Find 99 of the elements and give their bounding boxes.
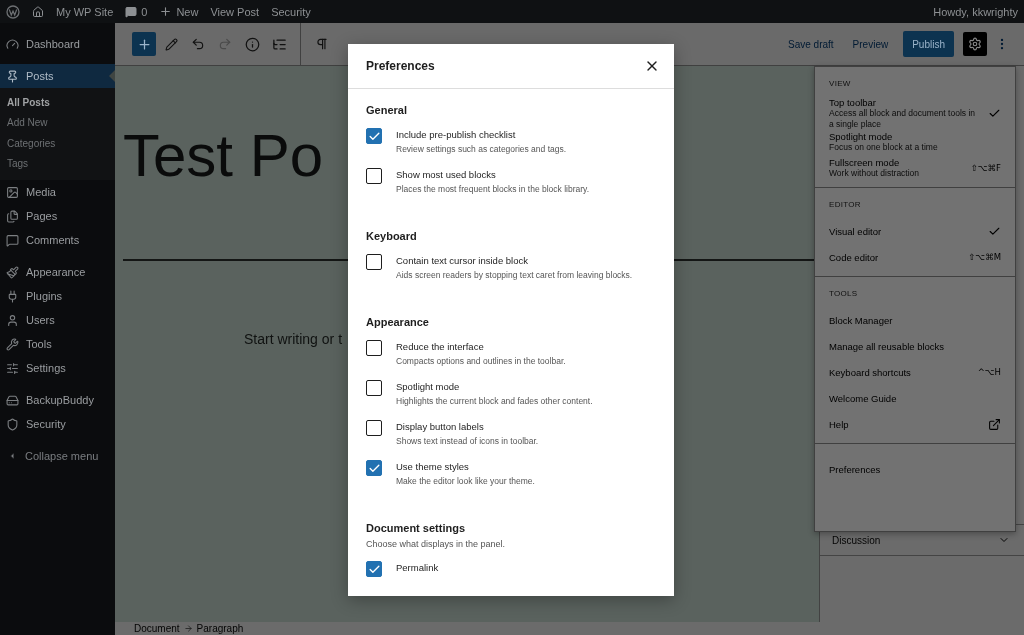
publish-button[interactable]: Publish — [903, 31, 954, 57]
pencil-icon — [164, 37, 178, 51]
submenu-item[interactable]: Categories — [0, 133, 115, 154]
menu-item[interactable]: Spotlight mode Focus on one block at a time — [829, 129, 1001, 156]
menu-item[interactable]: Code editor ⇧⌥⌘M — [829, 244, 1001, 271]
list-view-icon — [271, 36, 287, 52]
sidebar-item[interactable]: Security — [0, 412, 115, 436]
new-link[interactable]: New — [176, 5, 199, 18]
sidebar-item[interactable]: Dashboard — [0, 32, 115, 56]
menu-heading: TOOLS — [829, 289, 859, 299]
menu-item[interactable]: Keyboard shortcuts ^⌥H — [829, 359, 1001, 386]
info-icon — [244, 36, 260, 52]
menu-icon — [6, 233, 19, 247]
option-label[interactable]: Include pre-publish checklist — [396, 129, 567, 140]
option-label[interactable]: Permalink — [396, 562, 439, 573]
site-link[interactable]: My WP Site — [56, 5, 114, 18]
menu-item[interactable]: Visual editor — [829, 218, 1001, 245]
menu-icon — [6, 289, 19, 303]
checkbox[interactable] — [366, 420, 382, 436]
section-heading: Keyboard — [366, 230, 418, 242]
settings-icon — [968, 37, 982, 51]
menu-item[interactable]: Top toolbar Access all block and document tools in a single place — [829, 97, 1001, 130]
menu-icon — [6, 417, 19, 431]
menu-item[interactable]: Welcome Guide — [829, 385, 1001, 412]
admin-bar-link[interactable]: Security — [271, 5, 311, 18]
menu-item[interactable]: Block Manager — [829, 307, 1001, 334]
option-label[interactable]: Reduce the interface — [396, 341, 566, 352]
menu-item[interactable]: Fullscreen mode Work without distraction ⇧⌥⌘F — [829, 155, 1001, 182]
comments-count[interactable]: 0 — [141, 5, 148, 18]
option-description: Shows text instead of icons in toolbar. — [396, 436, 539, 446]
external-link-icon — [988, 417, 1001, 431]
breadcrumb-link[interactable]: Paragraph — [196, 623, 244, 634]
greeting-link[interactable]: Howdy, kkwrighty — [933, 5, 1018, 18]
breadcrumb-arrow-icon — [183, 624, 193, 633]
sidebar-item[interactable]: Users — [0, 308, 115, 332]
menu-icon — [6, 337, 19, 351]
comment-icon[interactable] — [125, 5, 138, 18]
submenu-item[interactable]: Add New — [0, 112, 115, 133]
admin-bar-link[interactable]: View Post — [210, 5, 260, 18]
section-heading: General — [366, 104, 408, 116]
sidebar-item[interactable]: Posts — [0, 64, 115, 88]
undo-icon — [191, 37, 205, 51]
section-description: Choose what displays in the panel. — [366, 539, 507, 549]
pilcrow-icon — [315, 37, 329, 51]
settings-button[interactable] — [963, 32, 987, 56]
section-heading: Appearance — [366, 316, 430, 328]
checkbox[interactable] — [366, 168, 382, 184]
sidebar-item[interactable]: Appearance — [0, 260, 115, 284]
sidebar-item[interactable]: Media — [0, 180, 115, 204]
sidebar-item[interactable]: Settings — [0, 356, 115, 380]
option-label[interactable]: Use theme styles — [396, 461, 535, 472]
add-block-button[interactable] — [132, 32, 156, 56]
checkbox[interactable] — [366, 128, 382, 144]
checkbox[interactable] — [366, 340, 382, 356]
menu-heading: EDITOR — [829, 200, 862, 210]
menu-item[interactable]: Manage all reusable blocks — [829, 333, 1001, 360]
collapse-menu-button[interactable]: Collapse menu — [0, 444, 115, 468]
checkbox[interactable] — [366, 561, 382, 577]
menu-icon — [6, 265, 19, 279]
menu-icon — [6, 393, 19, 407]
save-draft-button[interactable]: Save draft — [780, 31, 842, 57]
menu-icon — [6, 361, 19, 375]
sidebar-item[interactable]: Tools — [0, 332, 115, 356]
sidebar-item[interactable]: Pages — [0, 204, 115, 228]
option-label[interactable]: Contain text cursor inside block — [396, 255, 633, 266]
option-label[interactable]: Show most used blocks — [396, 169, 590, 180]
option-description: Highlights the current block and fades other content. — [396, 396, 593, 406]
preview-button[interactable]: Preview — [844, 31, 897, 57]
option-label[interactable]: Spotlight mode — [396, 381, 593, 392]
checkbox[interactable] — [366, 380, 382, 396]
menu-icon — [6, 37, 19, 51]
plus-icon — [136, 36, 152, 52]
redo-icon — [218, 37, 232, 51]
sidebar-item[interactable]: BackupBuddy — [0, 388, 115, 412]
wordpress-logo-icon[interactable] — [6, 4, 20, 19]
menu-icon — [6, 209, 19, 223]
option-description: Compacts options and outlines in the toolbar. — [396, 356, 566, 366]
menu-item[interactable]: Preferences — [829, 456, 1001, 483]
dialog-title: Preferences — [366, 59, 435, 73]
menu-item[interactable]: Help — [829, 411, 1001, 438]
checkbox[interactable] — [366, 254, 382, 270]
menu-icon — [6, 313, 19, 327]
option-description: Places the most frequent blocks in the block library. — [396, 184, 590, 194]
sidebar-item[interactable]: Comments — [0, 228, 115, 252]
checkbox[interactable] — [366, 460, 382, 476]
home-icon[interactable] — [32, 5, 44, 18]
option-description: Make the editor look like your theme. — [396, 476, 535, 486]
plus-icon[interactable] — [159, 5, 173, 18]
menu-heading: VIEW — [829, 79, 852, 88]
option-description: Review settings such as categories and tags. — [396, 144, 567, 154]
section-heading: Document settings — [366, 522, 466, 534]
option-description: Aids screen readers by stopping text caret from leaving blocks. — [396, 270, 633, 280]
menu-icon — [6, 69, 19, 83]
menu-icon — [6, 185, 19, 199]
submenu-item[interactable]: All Posts — [0, 92, 115, 113]
submenu-item[interactable]: Tags — [0, 153, 115, 174]
breadcrumb-link[interactable]: Document — [134, 623, 180, 634]
option-label[interactable]: Display button labels — [396, 421, 539, 432]
sidebar-item[interactable]: Plugins — [0, 284, 115, 308]
